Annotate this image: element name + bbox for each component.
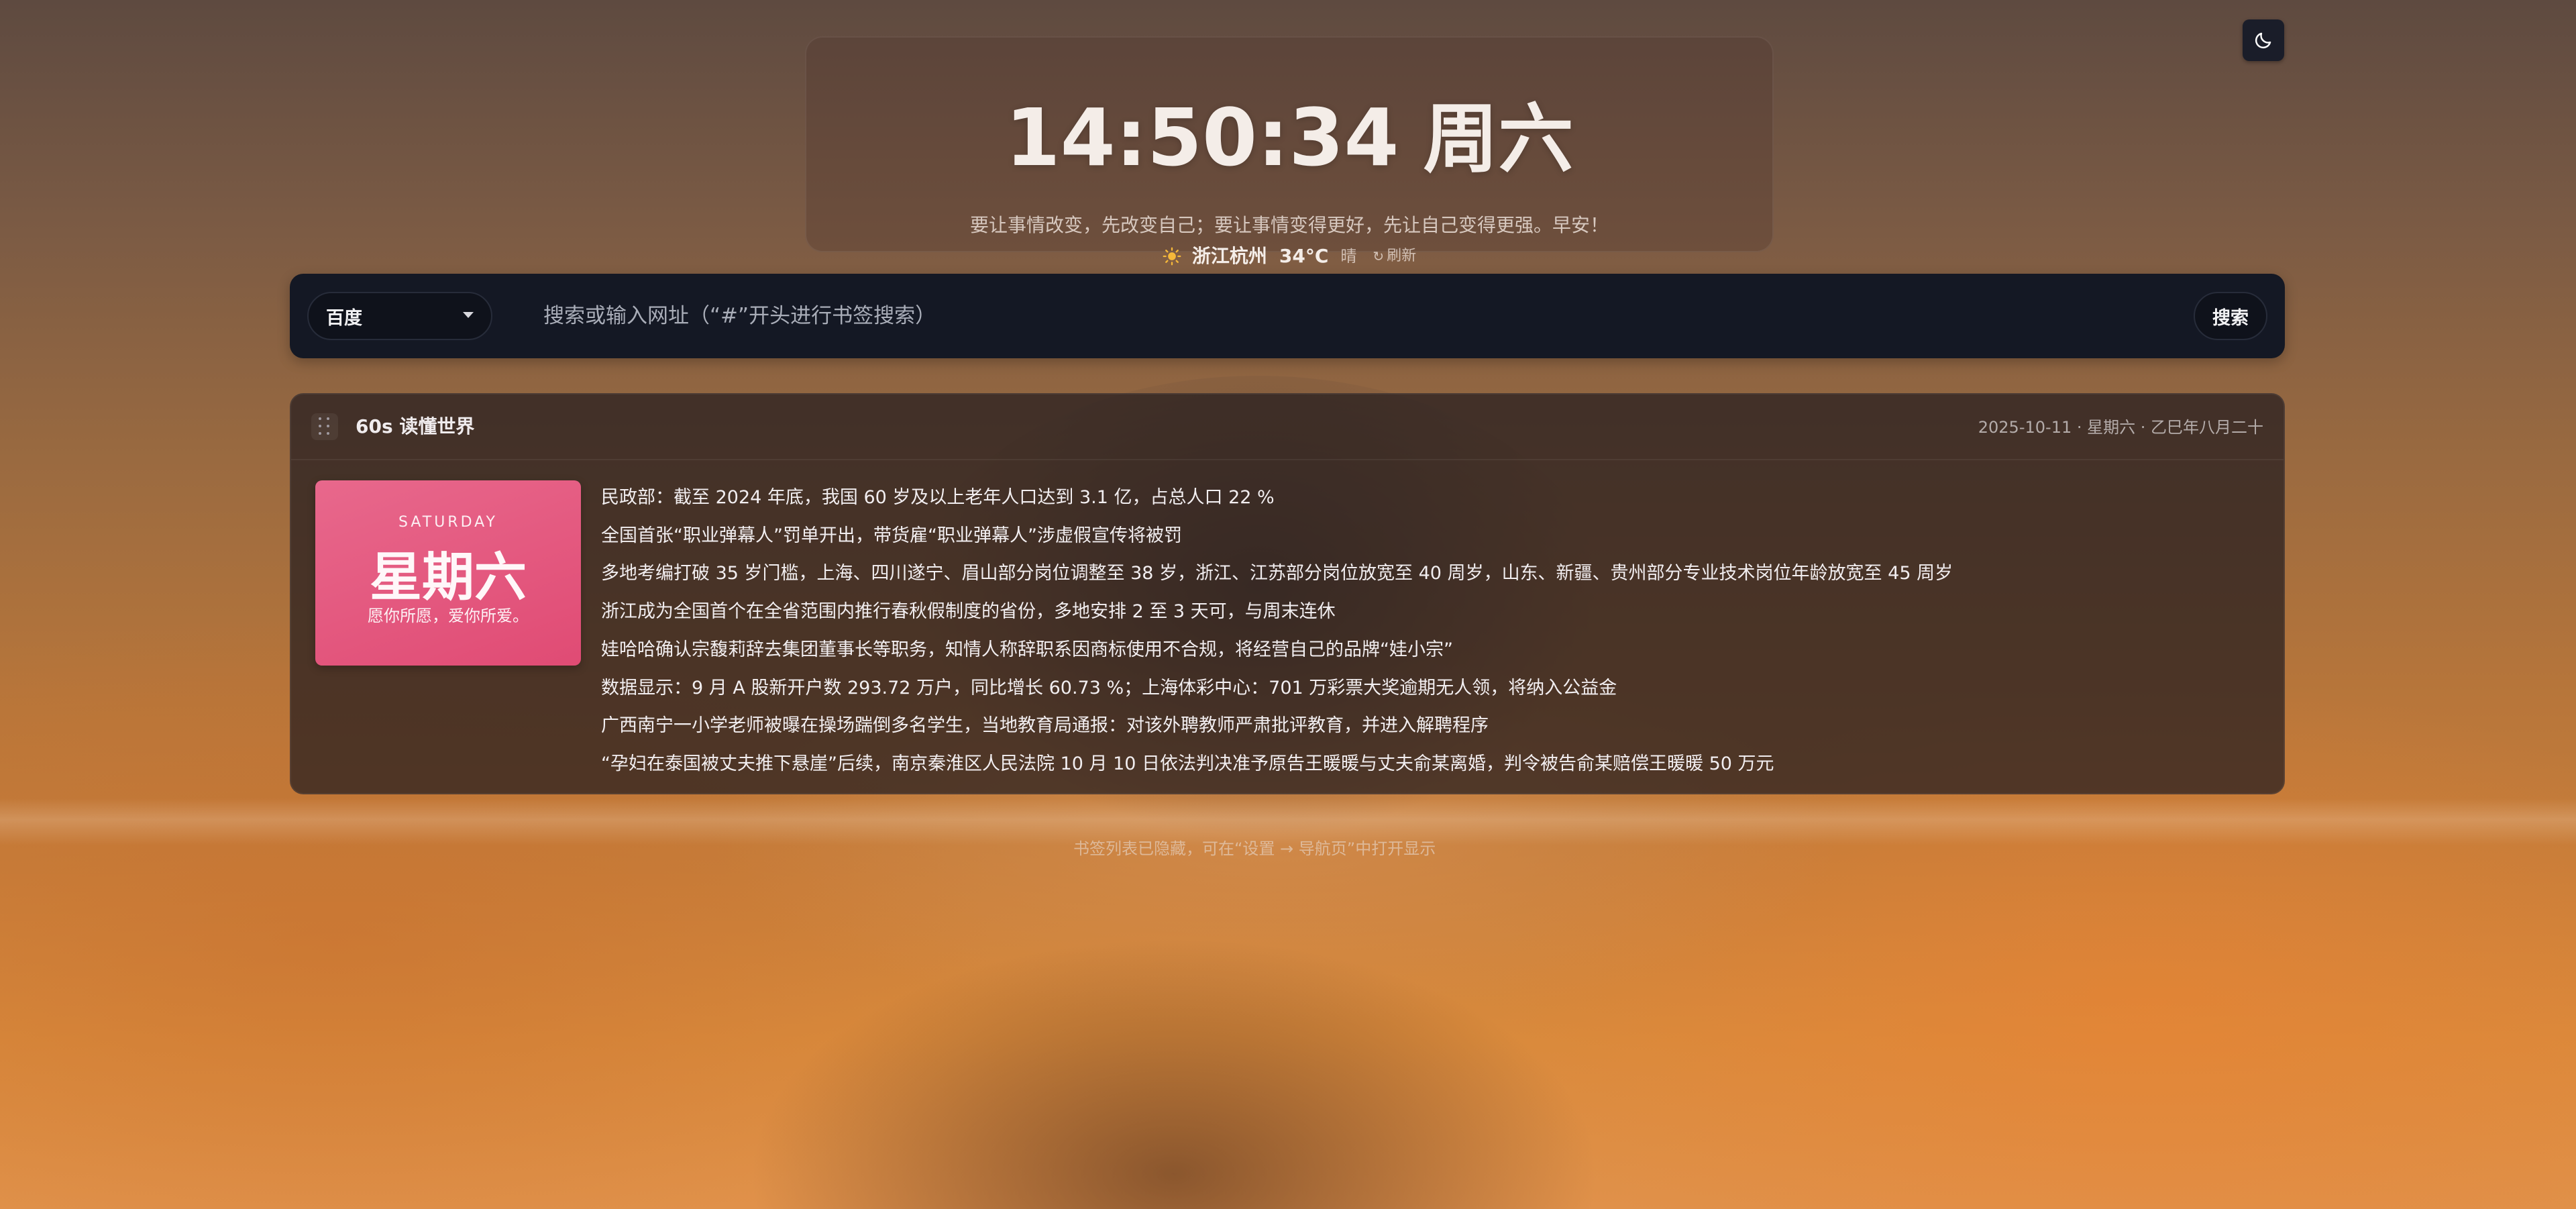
news-card-date: 2025-10-11 · 星期六 · 乙巳年八月二十 (1978, 418, 2263, 437)
weather-temperature: 34°C (1279, 245, 1329, 267)
theme-toggle-button[interactable] (2243, 19, 2284, 61)
sun-icon (1163, 247, 1181, 266)
news-item[interactable]: 浙江成为全国首个在全省范围内推行春秋假制度的省份，多地安排 2 至 3 天可，与… (601, 593, 1953, 631)
refresh-icon: ↻ (1373, 248, 1385, 264)
news-item[interactable]: 全国首张“职业弹幕人”罚单开出，带货雇“职业弹幕人”涉虚假宣传将被罚 (601, 517, 1953, 556)
search-engine-label: 百度 (326, 307, 362, 329)
news-item[interactable]: 数据显示：9 月 A 股新开户数 293.72 万户，同比增长 60.73 %；… (601, 670, 1953, 708)
clock-weekday: 周六 (1423, 96, 1574, 183)
bookmark-hint: 书签列表已隐藏，可在“设置 → 导航页”中打开显示 (1073, 839, 1436, 858)
search-bar: 百度 搜索 (290, 274, 2285, 358)
news-item[interactable]: 民政部：截至 2024 年底，我国 60 岁及以上老年人口达到 3.1 亿，占总… (601, 479, 1953, 517)
weather-refresh-button[interactable]: ↻ 刷新 (1373, 249, 1416, 264)
day-image-chinese: 星期六 (369, 547, 527, 608)
search-input[interactable] (522, 292, 2065, 340)
search-engine-select[interactable]: 百度 (307, 292, 492, 340)
news-card-header: 60s 读懂世界 2025-10-11 · 星期六 · 乙巳年八月二十 (291, 395, 2284, 460)
news-list: 民政部：截至 2024 年底，我国 60 岁及以上老年人口达到 3.1 亿，占总… (601, 479, 1953, 784)
search-button[interactable]: 搜索 (2194, 292, 2267, 340)
clock: 14:50:34 周六 (806, 98, 1772, 177)
clock-time: 14:50:34 (1005, 91, 1399, 184)
moon-icon (2255, 32, 2271, 49)
news-item[interactable]: “孕妇在泰国被丈夫推下悬崖”后续，南京秦淮区人民法院 10 月 10 日依法判决… (601, 745, 1953, 784)
daily-quote: 要让事情改变，先改变自己；要让事情变得更好，先让自己变得更强。早安！ (969, 214, 1609, 236)
weather-condition: 晴 (1340, 247, 1357, 266)
news-card-title: 60s 读懂世界 (356, 415, 475, 437)
drag-handle-icon[interactable] (311, 413, 338, 440)
news-card: 60s 读懂世界 2025-10-11 · 星期六 · 乙巳年八月二十 SATU… (290, 393, 2285, 794)
day-image-english: SATURDAY (398, 514, 498, 531)
weather-widget: 浙江杭州 34°C 晴 ↻ 刷新 (806, 247, 1772, 266)
news-item[interactable]: 娃哈哈确认宗馥莉辞去集团董事长等职务，知情人称辞职系因商标使用不合规，将经营自己… (601, 631, 1953, 670)
day-image-motto: 愿你所愿，爱你所爱。 (368, 607, 529, 625)
refresh-label: 刷新 (1387, 248, 1417, 264)
clock-panel: 14:50:34 周六 要让事情改变，先改变自己；要让事情变得更好，先让自己变得… (805, 36, 1774, 266)
weather-city: 浙江杭州 (1191, 245, 1267, 267)
news-item[interactable]: 广西南宁一小学老师被曝在操场踹倒多名学生，当地教育局通报：对该外聘教师严肃批评教… (601, 707, 1953, 745)
news-item[interactable]: 多地考编打破 35 岁门槛，上海、四川遂宁、眉山部分岗位调整至 38 岁，浙江、… (601, 555, 1953, 593)
day-image: SATURDAY 星期六 愿你所愿，爱你所爱。 (315, 480, 581, 666)
chevron-down-icon (463, 312, 474, 318)
